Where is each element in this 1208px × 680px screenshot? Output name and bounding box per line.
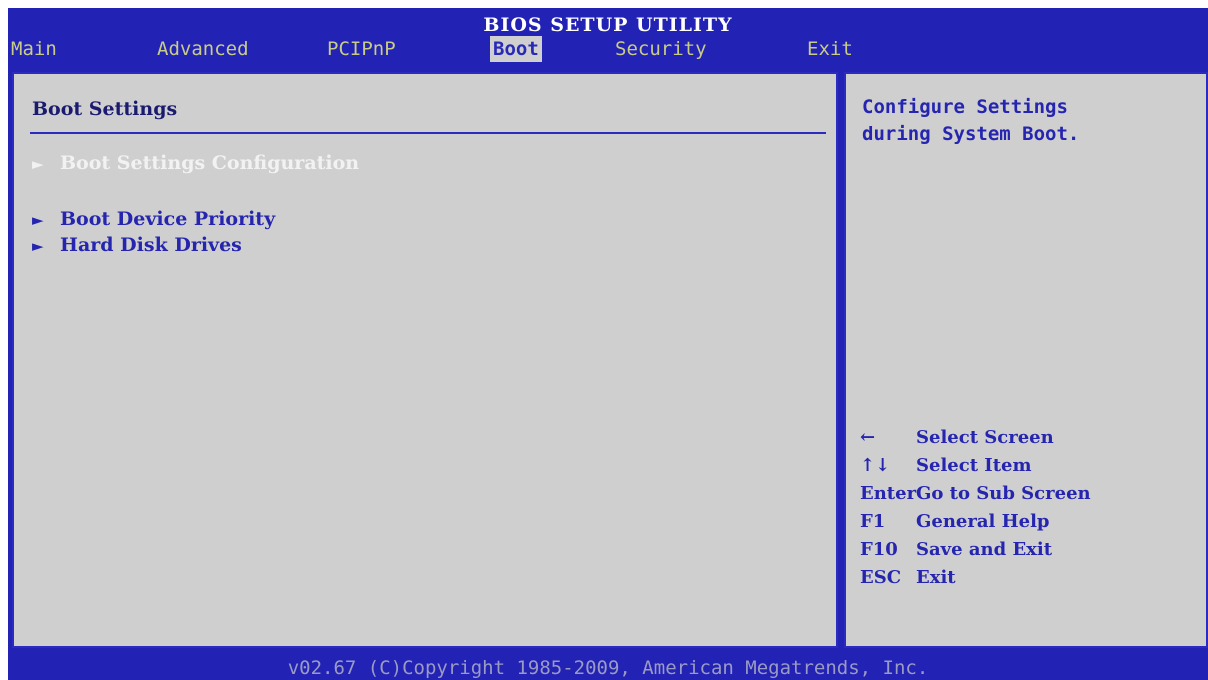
key-action: Save and Exit	[916, 539, 1053, 560]
bios-screen: BIOS SETUP UTILITY Main Advanced PCIPnP …	[8, 8, 1208, 680]
key-label: Enter	[860, 483, 917, 504]
key-row-exit: ESC Exit	[860, 564, 1206, 592]
tab-security[interactable]: Security	[612, 36, 710, 62]
key-row-select-item: ↑↓ Select Item	[860, 452, 1206, 480]
key-legend: ← Select Screen ↑↓ Select Item EnterGo to …	[860, 424, 1206, 592]
tab-exit[interactable]: Exit	[804, 36, 856, 62]
key-label: F10	[860, 539, 898, 560]
menu-item-label: Boot Device Priority	[60, 208, 276, 230]
menu-item-boot-device-priority[interactable]: ► Boot Device Priority	[32, 208, 275, 230]
key-action: Go to Sub Screen	[916, 483, 1091, 504]
section-divider	[30, 132, 826, 134]
submenu-arrow-icon: ►	[32, 155, 44, 173]
menu-item-label: Hard Disk Drives	[60, 234, 242, 256]
help-text: Configure Settings during System Boot.	[862, 94, 1202, 148]
key-action: Select Screen	[916, 427, 1054, 448]
up-down-arrow-key-icon: ↑↓	[860, 455, 891, 476]
key-action: General Help	[916, 511, 1050, 532]
key-row-save-exit: F10 Save and Exit	[860, 536, 1206, 564]
tab-advanced[interactable]: Advanced	[154, 36, 252, 62]
copyright-footer: v02.67 (C)Copyright 1985-2009, American …	[287, 657, 929, 679]
settings-panel: Boot Settings ► Boot Settings Configurati…	[12, 72, 838, 648]
menu-item-boot-settings-configuration[interactable]: ► Boot Settings Configuration	[32, 152, 359, 174]
key-label: F1	[860, 511, 886, 532]
key-action: Select Item	[916, 455, 1032, 476]
section-title: Boot Settings	[32, 98, 178, 120]
menu-item-hard-disk-drives[interactable]: ► Hard Disk Drives	[32, 234, 242, 256]
key-row-select-screen: ← Select Screen	[860, 424, 1206, 452]
help-line-1: Configure Settings	[862, 96, 1068, 118]
key-label: ESC	[860, 567, 902, 588]
tab-pcipnp[interactable]: PCIPnP	[324, 36, 399, 62]
submenu-arrow-icon: ►	[32, 237, 44, 255]
menu-item-label: Boot Settings Configuration	[60, 152, 360, 174]
key-row-general-help: F1 General Help	[860, 508, 1206, 536]
tab-boot[interactable]: Boot	[490, 36, 542, 62]
key-action: Exit	[916, 567, 956, 588]
tab-main[interactable]: Main	[8, 36, 60, 62]
menu-bar: Main Advanced PCIPnP Boot Security Exit	[8, 34, 1208, 64]
submenu-arrow-icon: ►	[32, 211, 44, 229]
help-panel: Configure Settings during System Boot. ←…	[844, 72, 1208, 648]
key-row-sub-screen: EnterGo to Sub Screen	[860, 480, 1206, 508]
utility-title: BIOS SETUP UTILITY	[483, 14, 733, 36]
help-line-2: during System Boot.	[862, 123, 1080, 145]
left-arrow-key-icon: ←	[860, 427, 876, 448]
